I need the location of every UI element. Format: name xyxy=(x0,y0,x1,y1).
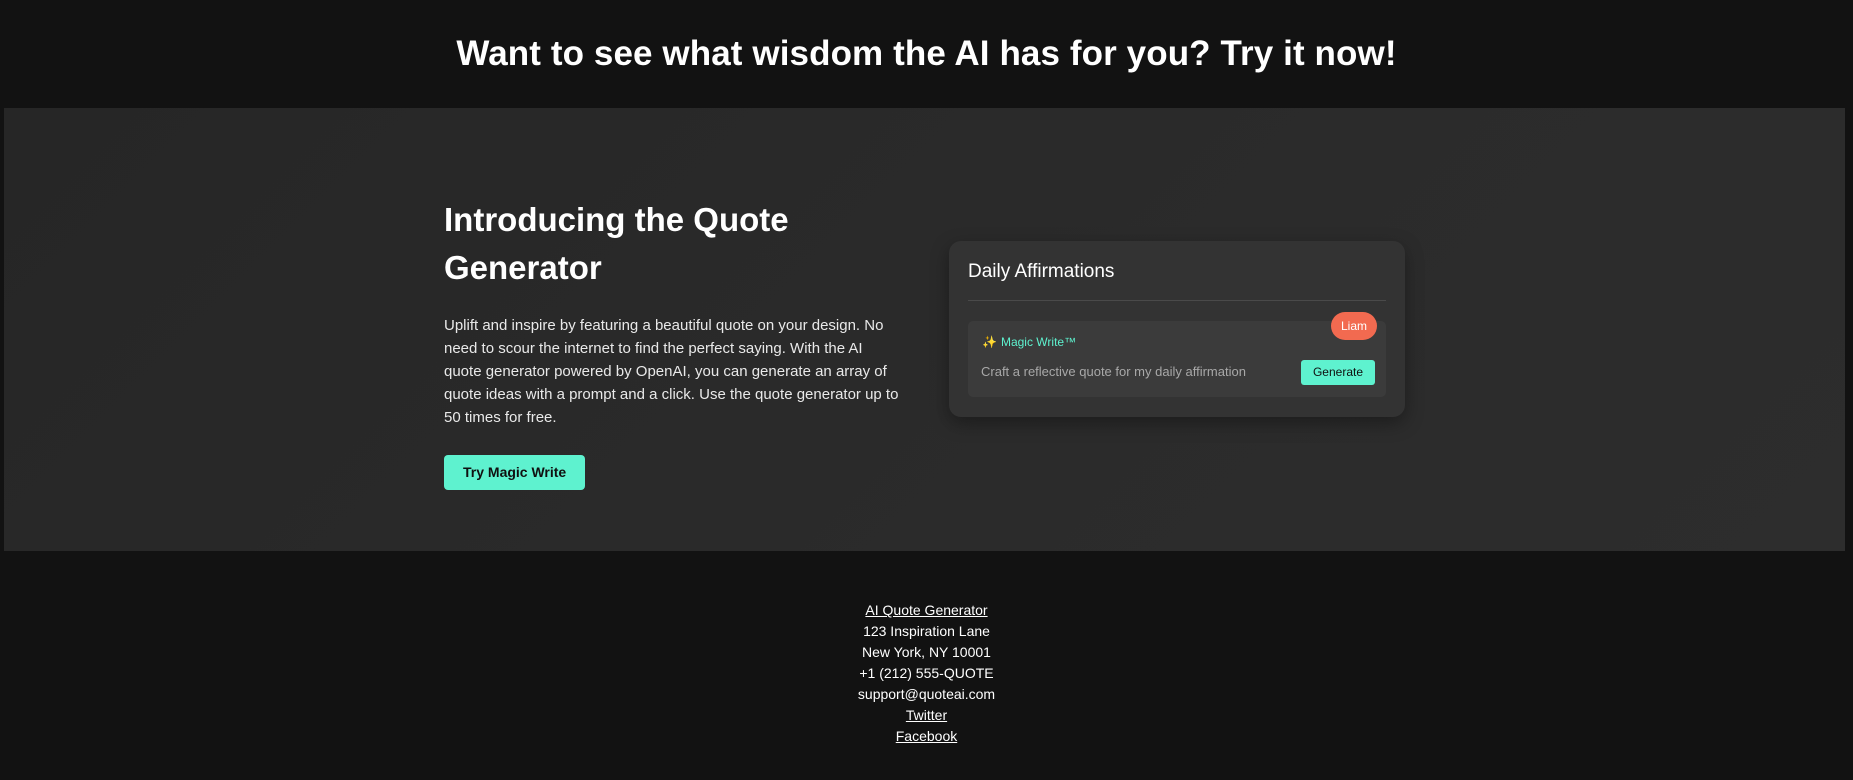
email-address: support@quoteai.com xyxy=(857,686,996,702)
try-magic-write-button[interactable]: Try Magic Write xyxy=(444,455,586,490)
twitter-link[interactable]: Twitter xyxy=(906,705,947,726)
magic-write-label: ✨ Magic Write™ xyxy=(982,335,1076,349)
daily-affirmations-card: Daily Affirmations ✨ Magic Write™ Craft … xyxy=(949,241,1405,417)
card-divider xyxy=(968,300,1386,301)
hero-description: Uplift and inspire by featuring a beauti… xyxy=(444,317,899,426)
company-link[interactable]: AI Quote Generator xyxy=(865,600,987,621)
hero-title-line2: Generator xyxy=(444,249,602,286)
footer: AI Quote Generator 123 Inspiration Lane … xyxy=(0,600,1853,747)
top-banner: Want to see what wisdom the AI has for y… xyxy=(0,0,1853,108)
magic-write-text: Magic Write™ xyxy=(1000,335,1077,349)
facebook-link[interactable]: Facebook xyxy=(896,726,957,747)
hero-content: Introducing the Quote Generator Uplift a… xyxy=(444,196,904,490)
card-title: Daily Affirmations xyxy=(968,261,1115,282)
sparkle-icon: ✨ xyxy=(982,335,997,349)
generate-button[interactable]: Generate xyxy=(1301,360,1375,385)
address-line1: 123 Inspiration Lane xyxy=(863,623,990,639)
magic-write-box: ✨ Magic Write™ Craft a reflective quote … xyxy=(968,321,1386,397)
prompt-text[interactable]: Craft a reflective quote for my daily af… xyxy=(981,364,1246,379)
address-line2: New York, NY 10001 xyxy=(862,644,991,660)
hero-section: Introducing the Quote Generator Uplift a… xyxy=(4,108,1845,551)
phone-number: +1 (212) 555-QUOTE xyxy=(859,665,994,681)
hero-title-line1: Introducing the Quote xyxy=(444,201,789,238)
hero-title: Introducing the Quote Generator xyxy=(444,196,904,292)
user-cursor-badge: Liam xyxy=(1331,312,1377,340)
banner-heading: Want to see what wisdom the AI has for y… xyxy=(456,34,1397,73)
